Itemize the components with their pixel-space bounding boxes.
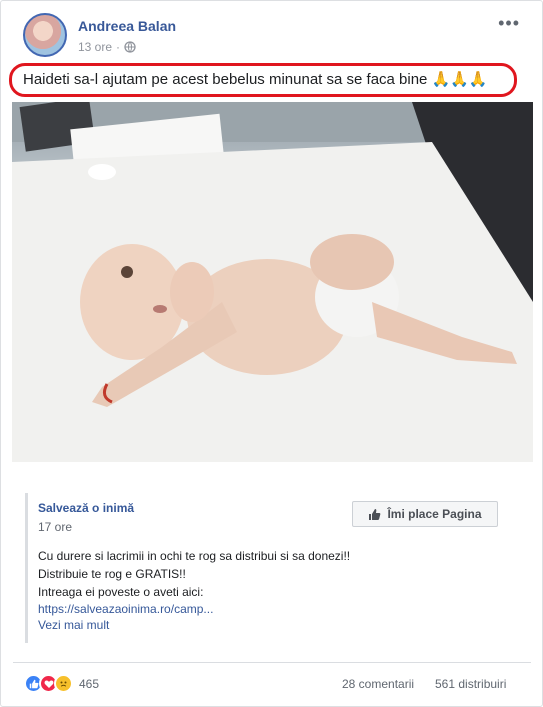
sad-icon — [54, 674, 73, 693]
like-page-label: Îmi place Pagina — [387, 507, 482, 521]
author-name[interactable]: Andreea Balan — [78, 18, 176, 34]
campaign-link[interactable]: https://salveazaoinima.ro/camp... — [38, 602, 213, 616]
author-avatar[interactable] — [23, 13, 67, 57]
post-photo[interactable] — [12, 102, 533, 462]
baby-photo-illustration — [12, 102, 533, 462]
thumbs-up-icon — [369, 508, 381, 520]
shared-text-line-2: Distribuie te rog e GRATIS!! — [38, 567, 186, 581]
comments-count[interactable]: 28 comentarii — [342, 677, 414, 691]
shares-count[interactable]: 561 distribuiri — [435, 677, 506, 691]
globe-icon[interactable] — [124, 41, 136, 53]
footer-divider — [13, 662, 531, 663]
post-caption: Haideti sa-l ajutam pe acest bebelus min… — [23, 70, 488, 88]
like-page-button[interactable]: Îmi place Pagina — [352, 501, 498, 527]
feed-post: Andreea Balan 13 ore · ••• Haideti sa-l … — [0, 0, 543, 707]
shared-text-line-1: Cu durere si lacrimii in ochi te rog sa … — [38, 549, 351, 563]
reactions-summary[interactable]: 465 — [24, 674, 99, 693]
see-more-link[interactable]: Vezi mai mult — [38, 618, 109, 632]
shared-page-name[interactable]: Salvează o inimă — [38, 501, 134, 515]
post-meta: 13 ore · — [78, 40, 136, 54]
shared-text-line-3: Intreaga ei poveste o aveti aici: — [38, 585, 204, 599]
reactions-count: 465 — [79, 676, 100, 691]
more-options-icon[interactable]: ••• — [498, 13, 520, 34]
caption-text: Haideti sa-l ajutam pe acest bebelus min… — [23, 71, 428, 88]
meta-separator: · — [116, 40, 121, 54]
post-time[interactable]: 13 ore — [78, 40, 112, 54]
praying-hands-icon: 🙏🙏🙏 — [431, 71, 488, 88]
shared-post-time[interactable]: 17 ore — [38, 520, 72, 534]
